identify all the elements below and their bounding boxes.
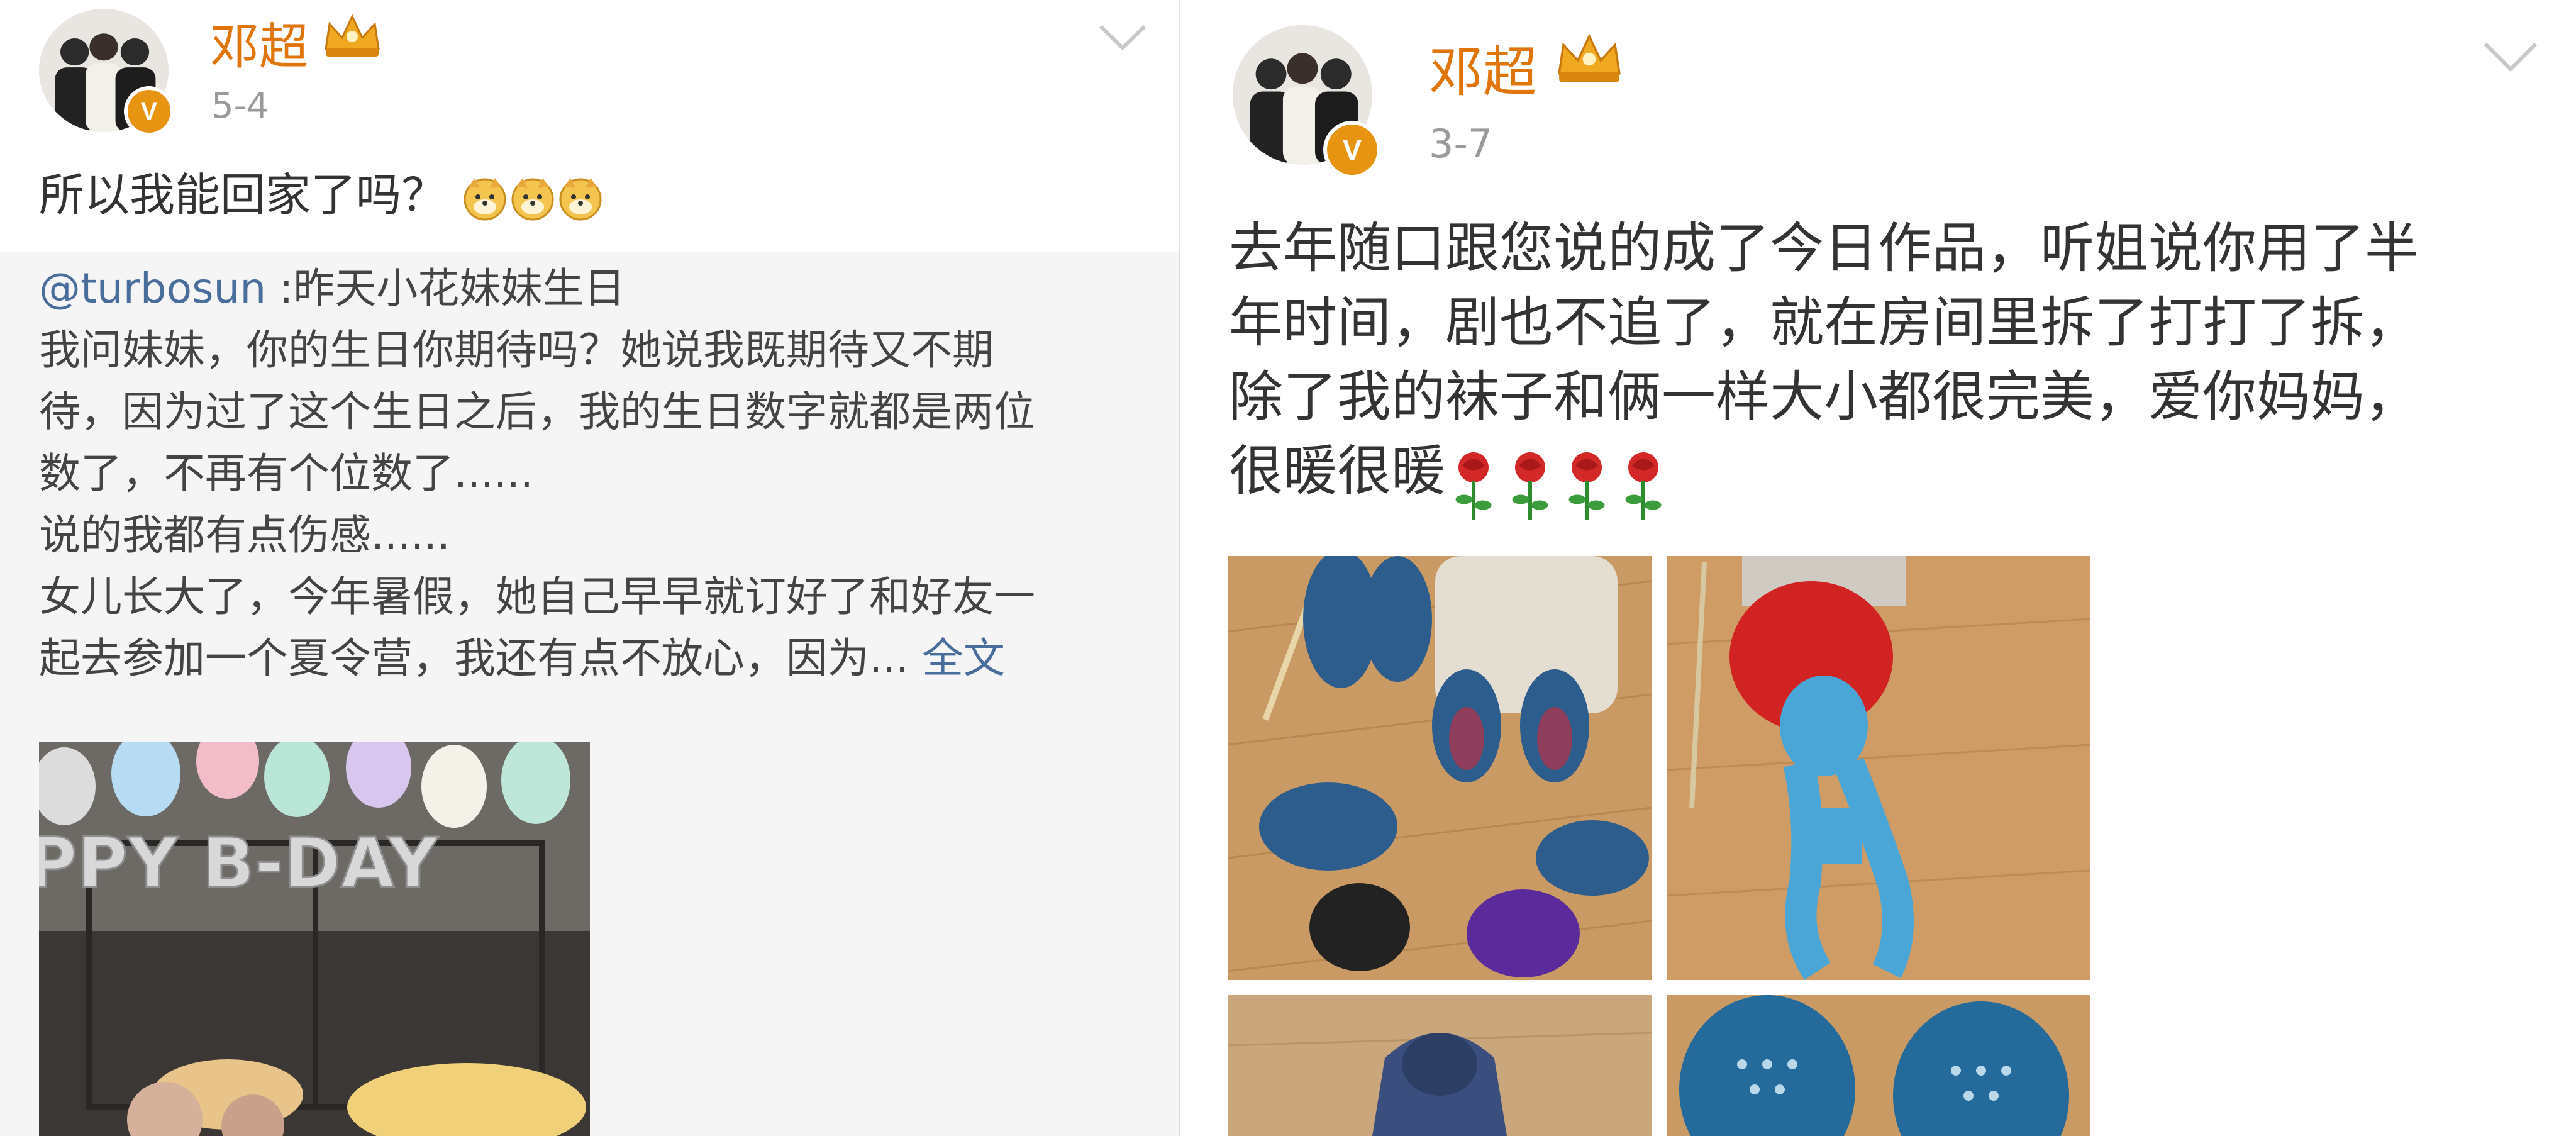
doge-emoji-icon	[509, 174, 557, 222]
post-text-line: 去年随口跟您说的成了今日作品，听姐说你用了半	[1229, 217, 2419, 280]
crown-badge-icon	[1553, 30, 1625, 88]
repost-line: 数了，不再有个位数了......	[39, 449, 533, 498]
doge-emoji-icon	[461, 174, 509, 222]
chevron-down-icon[interactable]	[2483, 40, 2538, 74]
repost-line: 女儿长大了，今年暑假，她自己早早就订好了和好友一	[39, 572, 1035, 621]
balloon-letters-text: PPY B-DAY	[39, 823, 439, 903]
post-date: 5-4	[211, 86, 269, 126]
verified-badge-icon: V	[1323, 121, 1381, 179]
post-text-line: 很暖很暖	[1229, 434, 2419, 520]
repost-line: 待，因为过了这个生日之后，我的生日数字就都是两位	[39, 387, 1035, 436]
doge-emoji-icon	[557, 174, 604, 222]
post-text-line: 除了我的袜子和俩一样大小都很完美，爱你妈妈，	[1229, 365, 2419, 428]
mention-link[interactable]: @turbosun	[39, 264, 266, 313]
crown-badge-icon	[321, 11, 384, 62]
verified-badge-icon: V	[124, 86, 174, 136]
birthday-photo[interactable]: PPY B-DAY	[39, 742, 590, 1136]
knitted-socks-photo[interactable]	[1667, 995, 2090, 1136]
rose-emoji-icon	[1615, 447, 1672, 520]
repost-text: @turbosun :昨天小花妹妹生日 我问妹妹，你的生日你期待吗？她说我既期待…	[39, 258, 1035, 689]
knitted-sweater-photo[interactable]	[1228, 995, 1652, 1136]
post-text: 去年随口跟您说的成了今日作品，听姐说你用了半 年时间，剧也不追了，就在房间里拆了…	[1229, 211, 2419, 520]
repost-line: 说的我都有点伤感......	[39, 511, 450, 559]
rose-emoji-icon	[1502, 447, 1558, 520]
username[interactable]: 邓超	[210, 8, 308, 78]
rose-emoji-icon	[1558, 447, 1615, 520]
rose-emoji-icon	[1445, 447, 1502, 520]
chevron-down-icon[interactable]	[1098, 23, 1147, 53]
post-text: 所以我能回家了吗？	[39, 165, 604, 225]
username[interactable]: 邓超	[1429, 28, 1537, 106]
repost-line: 起去参加一个夏令营，我还有点不放心，因为... 全文	[39, 634, 1005, 682]
post-date: 3-7	[1429, 121, 1493, 167]
left-post-card: V 邓超 5-4 所以我能回家了吗？ @turbosun :昨天小花妹妹生日 我…	[0, 0, 1180, 1136]
right-post-card: V 邓超 3-7 去年随口跟您说的成了今日作品，听姐说你用了半 年时间，剧也不追…	[1180, 0, 2576, 1136]
repost-line: @turbosun :昨天小花妹妹生日	[39, 264, 626, 313]
repost-line: 我问妹妹，你的生日你期待吗？她说我既期待又不期	[39, 326, 994, 374]
repost-box[interactable]: @turbosun :昨天小花妹妹生日 我问妹妹，你的生日你期待吗？她说我既期待…	[0, 252, 1180, 1136]
knitted-hat-scarf-photo[interactable]	[1667, 556, 2090, 980]
post-text-content: 所以我能回家了吗？	[39, 169, 447, 221]
full-text-link[interactable]: 全文	[922, 634, 1005, 682]
post-text-line: 年时间，剧也不追了，就在房间里拆了打打了拆，	[1229, 291, 2419, 354]
knitted-slippers-photo[interactable]	[1228, 556, 1652, 980]
